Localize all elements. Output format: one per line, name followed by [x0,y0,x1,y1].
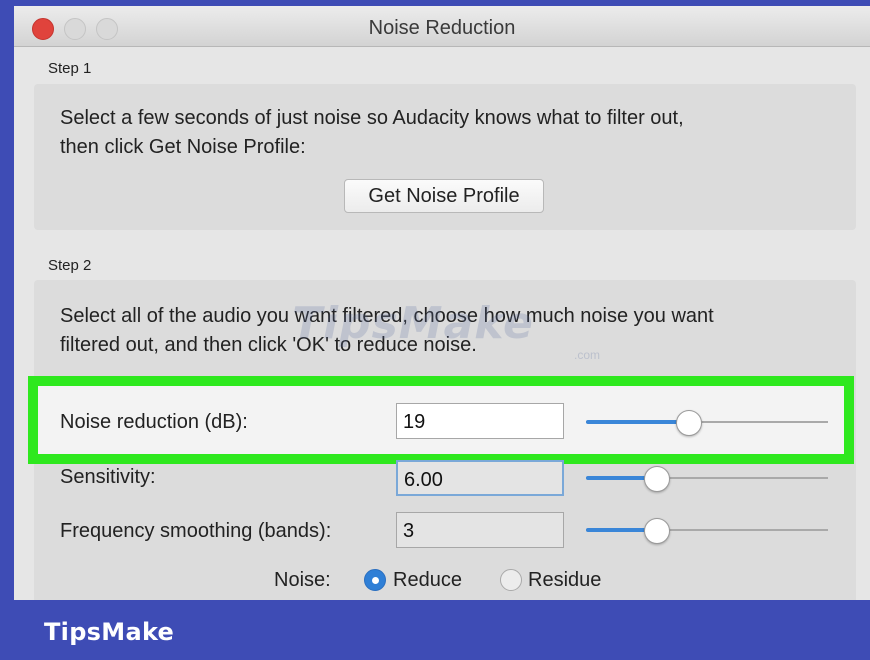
frequency-smoothing-label: Frequency smoothing (bands): [60,520,332,542]
slider-thumb[interactable] [675,410,702,436]
frequency-smoothing-slider[interactable] [586,518,828,544]
sensitivity-input[interactable]: 6.00 [396,460,564,496]
step1-label: Step 1 [48,60,92,77]
step1-description-line1: Select a few seconds of just noise so Au… [60,107,684,129]
noise-reduction-dialog: Noise Reduction Step 1 Select a few seco… [14,6,870,600]
step2-description-line2: filtered out, and then click 'OK' to red… [60,334,477,356]
radio-residue-label[interactable]: Residue [528,569,601,592]
brand-logo-text: TipsMake [44,618,175,646]
sensitivity-slider[interactable] [586,466,828,492]
get-noise-profile-button[interactable]: Get Noise Profile [344,179,544,213]
frequency-smoothing-input[interactable]: 3 [396,512,564,548]
step2-description-line1: Select all of the audio you want filtere… [60,305,714,327]
step1-description-line2: then click Get Noise Profile: [60,136,306,158]
slider-fill [586,420,688,424]
step2-label: Step 2 [48,257,92,274]
title-bar: Noise Reduction [14,6,870,47]
noise-reduction-slider[interactable] [586,410,828,436]
radio-reduce-label[interactable]: Reduce [393,569,462,592]
slider-thumb[interactable] [644,466,671,492]
step1-group: Select a few seconds of just noise so Au… [34,84,856,230]
noise-reduction-input[interactable]: 19 [396,403,564,439]
noise-mode-label: Noise: [274,569,331,591]
radio-reduce[interactable] [364,569,386,591]
watermark-suffix: .com [574,348,601,362]
noise-reduction-label: Noise reduction (dB): [60,411,248,433]
window-title: Noise Reduction [368,17,516,39]
slider-thumb[interactable] [644,518,671,544]
sensitivity-label: Sensitivity: [60,466,156,488]
radio-residue[interactable] [500,569,522,591]
